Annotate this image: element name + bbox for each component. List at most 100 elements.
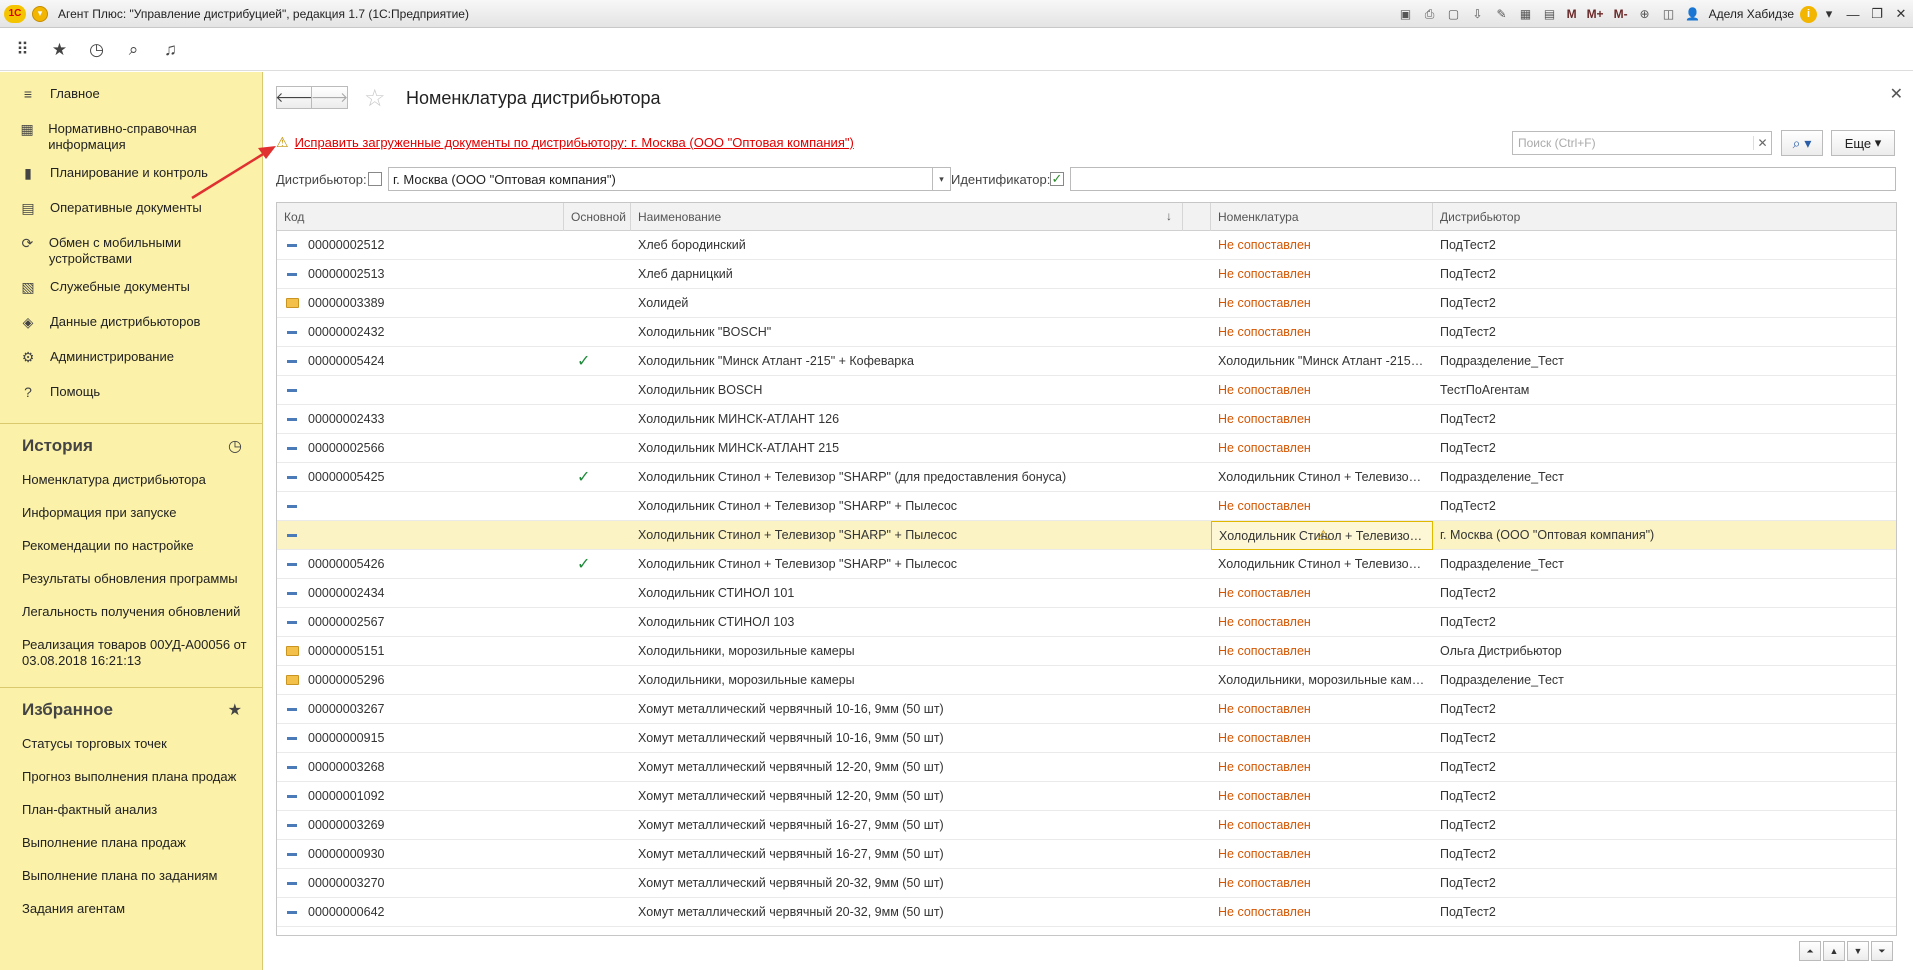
scroll-down-icon[interactable]: ▼ (1847, 941, 1869, 961)
sidebar-item-planning[interactable]: ▮ Планирование и контроль (0, 159, 262, 194)
favorites-item[interactable]: Выполнение плана продаж (0, 827, 262, 860)
column-header-nomenclature[interactable]: Номенклатура (1211, 203, 1433, 231)
sidebar-item-mobile-exchange[interactable]: ⟳ Обмен с мобильными устройствами (0, 229, 262, 273)
search-button[interactable]: ⌕ ▾ (1781, 130, 1823, 156)
table-row[interactable]: 00000002433 Холодильник МИНСК-АТЛАНТ 126 Н… (277, 405, 1896, 434)
favorites-star-icon[interactable]: ★ (41, 35, 78, 65)
user-name[interactable]: Аделя Хабидзе (1709, 7, 1794, 21)
table-row[interactable]: Холодильник Стинол + Телевизор "SHARP" +… (277, 492, 1896, 521)
apps-grid-icon[interactable]: ⠿ (4, 35, 41, 65)
forward-button[interactable]: 🡒 (311, 86, 348, 109)
cell-name: Холодильники, морозильные камеры (638, 673, 855, 687)
sidebar-item-documents[interactable]: ▤ Оперативные документы (0, 194, 262, 229)
table-row[interactable]: 00000002566 Холодильник МИНСК-АТЛАНТ 215 Н… (277, 434, 1896, 463)
notifications-bell-icon[interactable]: ♫ (152, 35, 189, 65)
sidebar-item-distributor-data[interactable]: ◈ Данные дистрибьюторов (0, 308, 262, 343)
search-icon[interactable]: ⌕ (115, 35, 152, 65)
more-button[interactable]: Еще ▾ (1831, 130, 1895, 156)
table-row[interactable]: 00000003270 Хомут металлический червячный… (277, 869, 1896, 898)
info-icon[interactable]: i (1800, 5, 1817, 23)
sidebar-item-main[interactable]: ≡ Главное (0, 80, 262, 115)
table-row[interactable]: 00000005426 Холодильник Стинол + Телевизо… (277, 550, 1896, 579)
scroll-bottom-icon[interactable]: ⏷ (1871, 941, 1893, 961)
sidebar-item-administration[interactable]: ⚙ Администрирование (0, 343, 262, 378)
scroll-up-icon[interactable]: ▲ (1823, 941, 1845, 961)
item-icon (287, 911, 297, 914)
table-row[interactable]: 00000003389 Холидей Не сопоставлен ПодТест2 (277, 289, 1896, 318)
cell-code (301, 521, 564, 550)
add-to-favorites-star-icon[interactable]: ☆ (364, 84, 386, 113)
print-icon[interactable]: ⎙ (1420, 4, 1440, 24)
gear-icon: ⚙ (21, 349, 35, 365)
preview-icon[interactable]: ▢ (1444, 4, 1464, 24)
history-icon[interactable]: ◷ (228, 436, 242, 456)
sidebar-item-reference[interactable]: ▦ Нормативно-справочная информация (0, 115, 262, 159)
table-row[interactable]: 00000000915 Хомут металлический червячный… (277, 724, 1896, 753)
table-row[interactable]: 00000002432 Холодильник "BOSCH" Не сопоста… (277, 318, 1896, 347)
history-item[interactable]: Номенклатура дистрибьютора (0, 464, 262, 497)
back-button[interactable]: 🡐 (275, 86, 313, 109)
clear-search-icon[interactable]: ✕ (1753, 136, 1771, 150)
memory-plus-button[interactable]: M+ (1584, 4, 1607, 24)
favorites-item[interactable]: Задания агентам (0, 893, 262, 926)
column-header-main[interactable]: Основной (564, 203, 631, 231)
table-row[interactable]: Холодильник Стинол + Телевизор "SHARP" +… (277, 521, 1896, 550)
favorites-item[interactable]: Прогноз выполнения плана продаж (0, 761, 262, 794)
panels-icon[interactable]: ◫ (1659, 4, 1679, 24)
table-row[interactable]: 00000002434 Холодильник СТИНОЛ 101 Не сопо… (277, 579, 1896, 608)
attach-icon[interactable]: ⇩ (1468, 4, 1488, 24)
table-row[interactable]: Холодильник BOSCH Не сопоставлен ТестПоАге… (277, 376, 1896, 405)
main-menu-dropdown-icon[interactable]: ▾ (32, 5, 48, 22)
table-row[interactable]: 00000002512 Хлеб бородинский Не сопоставле… (277, 231, 1896, 260)
minimize-icon[interactable]: — (1841, 7, 1865, 22)
close-form-icon[interactable]: ✕ (1890, 84, 1903, 104)
save-icon[interactable]: ▣ (1396, 4, 1416, 24)
history-item[interactable]: Реализация товаров 00УД-А00056 от 03.08.… (0, 629, 262, 677)
column-header-distributor[interactable]: Дистрибьютор (1433, 203, 1896, 231)
history-item[interactable]: Легальность получения обновлений (0, 596, 262, 629)
search-input[interactable]: Поиск (Ctrl+F) (1513, 136, 1753, 150)
table-row[interactable]: 00000003267 Хомут металлический червячный… (277, 695, 1896, 724)
calendar-icon[interactable]: ▤ (1540, 4, 1560, 24)
table-row[interactable]: 00000005296 Холодильники, морозильные кам… (277, 666, 1896, 695)
history-item[interactable]: Информация при запуске (0, 497, 262, 530)
table-row[interactable]: 00000003269 Хомут металлический червячный… (277, 811, 1896, 840)
column-header-name[interactable]: Наименование ↓ (631, 203, 1183, 231)
sidebar-item-service-docs[interactable]: ▧ Служебные документы (0, 273, 262, 308)
item-icon (287, 882, 297, 885)
table-row[interactable]: 00000005424 Холодильник "Минск Атлант -21… (277, 347, 1896, 376)
history-item[interactable]: Рекомендации по настройке (0, 530, 262, 563)
table-row[interactable]: 00000001092 Хомут металлический червячный… (277, 782, 1896, 811)
restore-icon[interactable]: ❐ (1865, 6, 1889, 22)
distributor-field[interactable]: г. Москва (ООО "Оптовая компания") (388, 167, 933, 191)
identifier-field[interactable] (1070, 167, 1896, 191)
sidebar-item-help[interactable]: ? Помощь (0, 378, 262, 413)
cell-code: 00000002434 (308, 586, 385, 600)
favorites-item[interactable]: Выполнение плана по заданиям (0, 860, 262, 893)
memory-button[interactable]: M (1564, 4, 1580, 24)
favorites-item[interactable]: Статусы торговых точек (0, 728, 262, 761)
column-header-code[interactable]: Код (277, 203, 564, 231)
favorites-star-icon[interactable]: ★ (228, 700, 242, 720)
table-row[interactable]: 00000005151 Холодильники, морозильные кам… (277, 637, 1896, 666)
close-window-icon[interactable]: ✕ (1889, 6, 1913, 22)
history-icon[interactable]: ◷ (78, 35, 115, 65)
fix-documents-link[interactable]: Исправить загруженные документы по дистр… (295, 135, 854, 150)
zoom-icon[interactable]: ⊕ (1635, 4, 1655, 24)
identifier-checkbox[interactable]: ✓ (1050, 172, 1064, 186)
table-icon[interactable]: ▦ (1516, 4, 1536, 24)
titlebar-menu-icon[interactable]: ▾ (1817, 6, 1841, 22)
history-item[interactable]: Результаты обновления программы (0, 563, 262, 596)
memory-minus-button[interactable]: M- (1611, 4, 1631, 24)
distributor-checkbox[interactable] (368, 172, 382, 186)
favorites-item[interactable]: План-фактный анализ (0, 794, 262, 827)
table-row[interactable]: 00000003268 Хомут металлический червячный… (277, 753, 1896, 782)
scroll-top-icon[interactable]: ⏶ (1799, 941, 1821, 961)
table-row[interactable]: 00000002567 Холодильник СТИНОЛ 103 Не сопо… (277, 608, 1896, 637)
table-row[interactable]: 00000000642 Хомут металлический червячный… (277, 898, 1896, 927)
edit-icon[interactable]: ✎ (1492, 4, 1512, 24)
table-row[interactable]: 00000005425 Холодильник Стинол + Телевизо… (277, 463, 1896, 492)
table-row[interactable]: 00000002513 Хлеб дарницкий Не сопоставлен П… (277, 260, 1896, 289)
distributor-dropdown-icon[interactable]: ▾ (933, 167, 951, 191)
table-row[interactable]: 00000000930 Хомут металлический червячный… (277, 840, 1896, 869)
